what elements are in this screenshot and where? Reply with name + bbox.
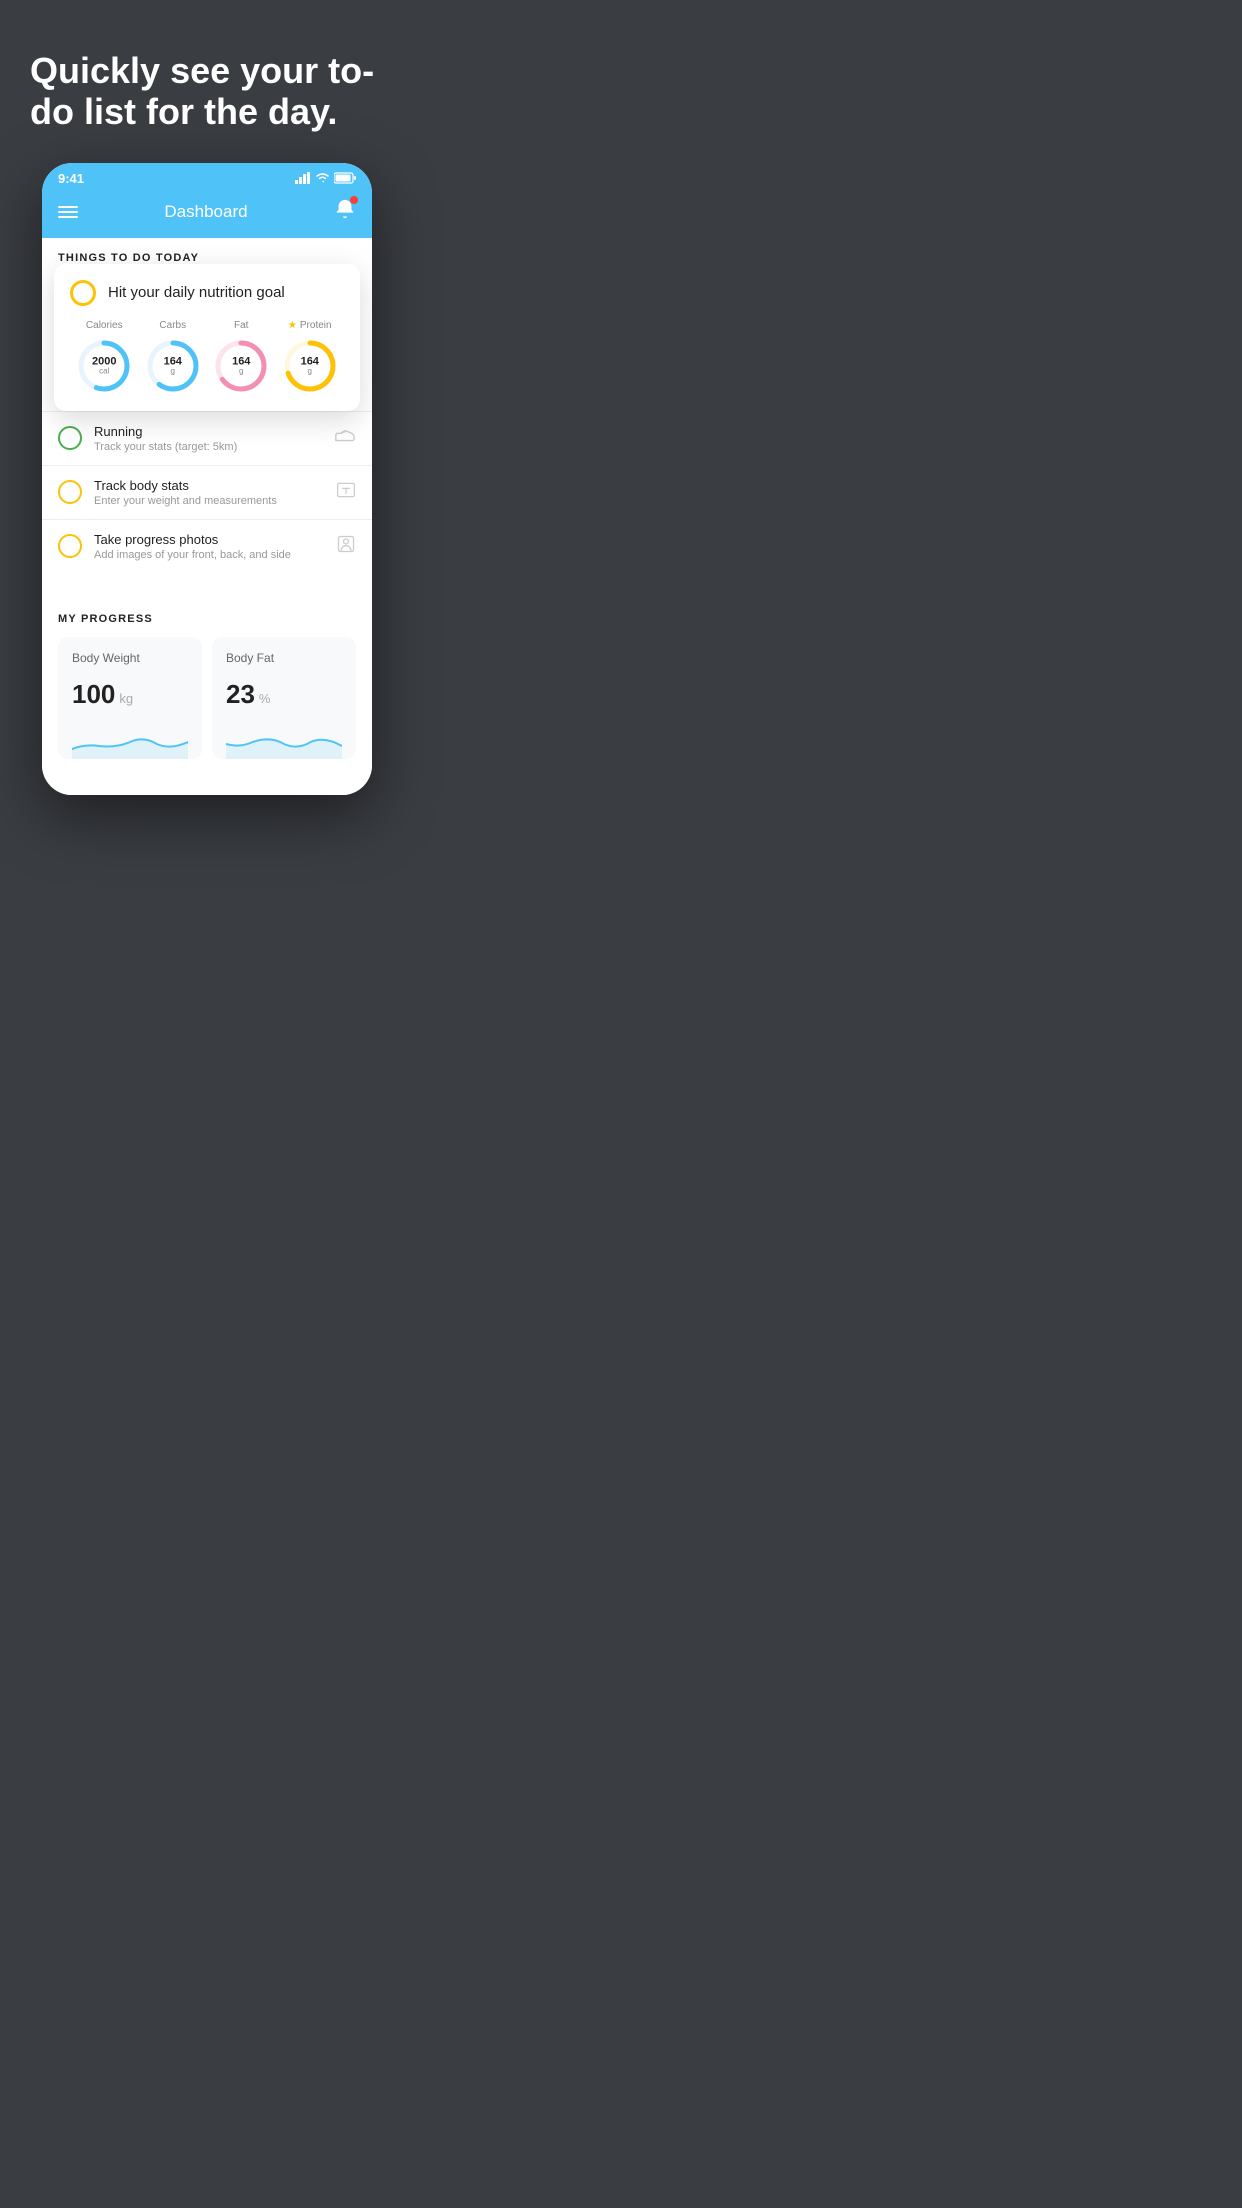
body-fat-title: Body Fat (226, 651, 342, 665)
content-area: THINGS TO DO TODAY Hit your daily nutrit… (42, 238, 372, 795)
body-weight-card[interactable]: Body Weight 100 kg (58, 637, 202, 759)
status-bar: 9:41 (42, 163, 372, 190)
hamburger-button[interactable] (58, 206, 78, 218)
phone-bottom (42, 775, 372, 795)
body-fat-chart (226, 724, 342, 759)
body-fat-value: 23 (226, 679, 255, 710)
scale-icon (336, 480, 356, 505)
body-weight-unit: kg (119, 691, 133, 706)
todo-item-running[interactable]: Running Track your stats (target: 5km) (42, 411, 372, 465)
todo-subtitle-photos: Add images of your front, back, and side (94, 549, 324, 561)
nutrition-card-title: Hit your daily nutrition goal (108, 284, 285, 301)
todo-circle-photos (58, 534, 82, 558)
progress-cards: Body Weight 100 kg Body Fat (58, 637, 356, 759)
calories-ring: 2000 cal (75, 337, 133, 395)
nutrition-carbs: Carbs 164 g (144, 320, 202, 395)
todo-item-body-stats[interactable]: Track body stats Enter your weight and m… (42, 465, 372, 519)
carbs-ring: 164 g (144, 337, 202, 395)
todo-title-running: Running (94, 424, 322, 439)
nutrition-fat: Fat 164 g (212, 320, 270, 395)
shoe-icon (334, 427, 356, 450)
hero-section: Quickly see your to-do list for the day. (0, 0, 414, 163)
nutrition-circles: Calories 2000 cal Carbs (70, 320, 344, 395)
todo-subtitle-body-stats: Enter your weight and measurements (94, 495, 324, 507)
todo-item-photos[interactable]: Take progress photos Add images of your … (42, 519, 372, 573)
nav-bar: Dashboard (42, 190, 372, 238)
nutrition-calories: Calories 2000 cal (75, 320, 133, 395)
body-weight-title: Body Weight (72, 651, 188, 665)
status-time: 9:41 (58, 171, 84, 186)
phone-mockup: 9:41 (42, 163, 372, 795)
notification-dot (350, 196, 358, 204)
todo-circle-body-stats (58, 480, 82, 504)
todo-title-photos: Take progress photos (94, 532, 324, 547)
body-weight-chart (72, 724, 188, 759)
signal-icon (295, 172, 311, 184)
todo-subtitle-running: Track your stats (target: 5km) (94, 441, 322, 453)
person-icon (336, 534, 356, 559)
nutrition-card[interactable]: Hit your daily nutrition goal Calories 2… (54, 264, 360, 411)
progress-section: MY PROGRESS Body Weight 100 kg (42, 593, 372, 775)
body-fat-card[interactable]: Body Fat 23 % (212, 637, 356, 759)
progress-header: MY PROGRESS (58, 613, 356, 625)
nutrition-check-circle[interactable] (70, 280, 96, 306)
hero-title: Quickly see your to-do list for the day. (30, 50, 384, 133)
protein-ring: 164 g (281, 337, 339, 395)
nutrition-protein: ★ Protein 164 g (281, 320, 339, 395)
todo-title-body-stats: Track body stats (94, 478, 324, 493)
status-icons (295, 172, 356, 184)
fat-ring: 164 g (212, 337, 270, 395)
body-fat-unit: % (259, 691, 271, 706)
battery-icon (334, 172, 356, 184)
wifi-icon (315, 172, 330, 184)
nav-title: Dashboard (164, 202, 247, 222)
body-weight-value: 100 (72, 679, 115, 710)
bell-button[interactable] (334, 198, 356, 226)
todo-circle-running (58, 426, 82, 450)
star-icon: ★ (288, 320, 297, 331)
todo-list: Running Track your stats (target: 5km) T… (42, 411, 372, 573)
